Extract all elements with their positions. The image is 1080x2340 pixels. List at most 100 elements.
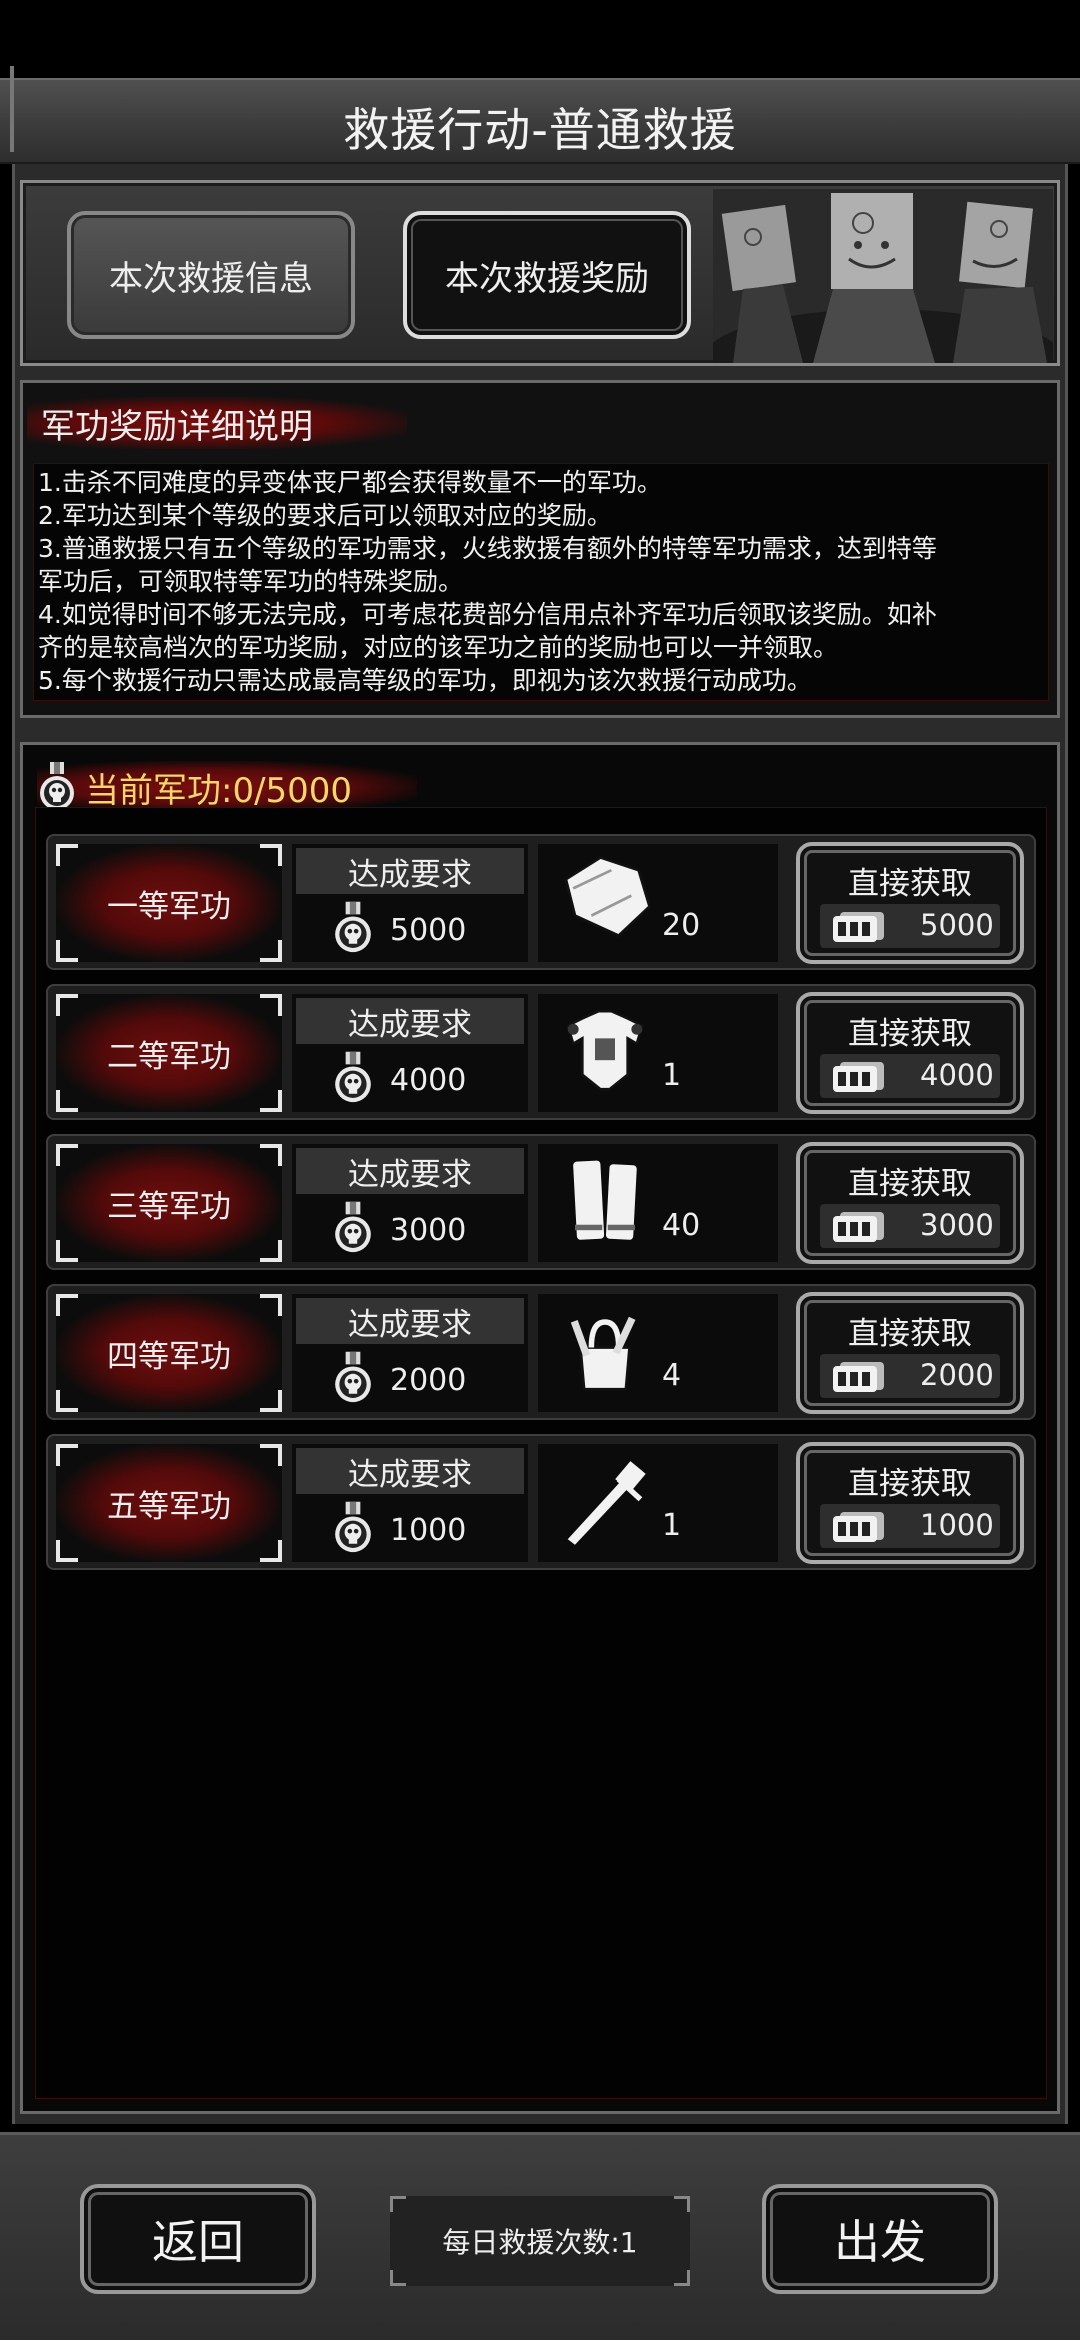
merit-tier-row: 二等军功 达成要求 4000 1 直接获取 4000: [46, 984, 1036, 1120]
tab-rescue-reward[interactable]: 本次救援奖励: [403, 211, 691, 339]
corner-decoration: [56, 1090, 78, 1112]
credit-price-value: 2000: [920, 1358, 994, 1392]
armor-vest-icon: [566, 1009, 644, 1091]
description-line: 军功后，可领取特等军功的特殊奖励。: [38, 567, 464, 596]
corner-decoration: [674, 2196, 690, 2212]
credit-price-value: 4000: [920, 1058, 994, 1092]
requirement-box: 达成要求 2000: [292, 1294, 528, 1412]
corner-decoration: [260, 1090, 282, 1112]
description-heading: 军功奖励详细说明: [27, 397, 407, 449]
corner-decoration: [260, 1240, 282, 1262]
requirement-box: 达成要求 5000: [292, 844, 528, 962]
tier-name-text: 四等军功: [107, 1338, 231, 1375]
requirement-box: 达成要求 1000: [292, 1444, 528, 1562]
tier-name-text: 二等军功: [107, 1038, 231, 1075]
merit-medal-icon: [332, 1050, 374, 1106]
merit-tier-row: 五等军功 达成要求 1000 1 直接获取 1000: [46, 1434, 1036, 1570]
corner-decoration: [56, 1540, 78, 1562]
requirement-label: 达成要求: [296, 998, 524, 1044]
depart-button[interactable]: 出发: [762, 2184, 998, 2294]
credit-price: 4000: [820, 1054, 1000, 1098]
tab-rescue-info[interactable]: 本次救援信息: [67, 211, 355, 339]
direct-obtain-button[interactable]: 直接获取 1000: [796, 1442, 1024, 1564]
credit-card-icon: [830, 1360, 888, 1394]
tier-name: 一等军功: [56, 844, 282, 962]
description-line: 3.普通救援只有五个等级的军功需求，火线救援有额外的特等军功需求，达到特等: [38, 534, 937, 563]
credit-price-value: 1000: [920, 1508, 994, 1542]
merit-medal-icon: [332, 900, 374, 956]
tier-name-text: 一等军功: [107, 888, 231, 925]
direct-obtain-button[interactable]: 直接获取 2000: [796, 1292, 1024, 1414]
reward-item-count: 1: [662, 1058, 682, 1093]
reward-item-box[interactable]: 4: [538, 1294, 778, 1412]
merit-medal-icon: [332, 1350, 374, 1406]
credit-card-icon: [830, 1060, 888, 1094]
requirement-label: 达成要求: [296, 1448, 524, 1494]
requirement-label: 达成要求: [296, 1148, 524, 1194]
requirement-label: 达成要求: [296, 848, 524, 894]
page-title: 救援行动-普通救援: [343, 103, 737, 157]
daily-rescue-count: 每日救援次数:1: [390, 2196, 690, 2286]
direct-obtain-label: 直接获取: [848, 1166, 972, 1202]
reward-item-box[interactable]: 1: [538, 994, 778, 1112]
tier-name-text: 五等军功: [107, 1488, 231, 1525]
corner-decoration: [56, 1294, 78, 1316]
corner-decoration: [260, 994, 282, 1016]
cloth-icon: [564, 855, 652, 938]
credit-price: 3000: [820, 1204, 1000, 1248]
direct-obtain-button[interactable]: 直接获取 5000: [796, 842, 1024, 964]
tier-name: 五等军功: [56, 1444, 282, 1562]
requirement-label: 达成要求: [296, 1298, 524, 1344]
requirement-number: 4000: [390, 1062, 467, 1098]
merit-tier-row: 四等军功 达成要求 2000 4 直接获取 2000: [46, 1284, 1036, 1420]
bandage-icon: [573, 1160, 637, 1240]
corner-decoration: [260, 1144, 282, 1166]
tier-name: 二等军功: [56, 994, 282, 1112]
description-line: 4.如觉得时间不够无法完成，可考虑花费部分信用点补齐军功后领取该奖励。如补: [38, 600, 937, 629]
credit-card-icon: [830, 1510, 888, 1544]
direct-obtain-label: 直接获取: [848, 866, 972, 902]
current-merit-text: 当前军功:0/5000: [85, 770, 353, 811]
requirement-value: 1000: [338, 1506, 528, 1554]
direct-obtain-button[interactable]: 直接获取 3000: [796, 1142, 1024, 1264]
requirement-number: 5000: [390, 912, 467, 948]
corner-decoration: [390, 2270, 406, 2286]
current-merit-header: 当前军功:0/5000: [37, 761, 417, 813]
corner-decoration: [56, 1390, 78, 1412]
sword-icon: [567, 1461, 646, 1545]
requirement-number: 3000: [390, 1212, 467, 1248]
corner-decoration: [56, 1144, 78, 1166]
merit-medal-icon: [332, 1500, 374, 1556]
description-line: 2.军功达到某个等级的要求后可以领取对应的奖励。: [38, 501, 612, 530]
corner-decoration: [390, 2196, 406, 2212]
direct-obtain-button[interactable]: 直接获取 4000: [796, 992, 1024, 1114]
reward-item-count: 4: [662, 1358, 682, 1393]
corner-decoration: [260, 1540, 282, 1562]
direct-obtain-label: 直接获取: [848, 1466, 972, 1502]
requirement-number: 1000: [390, 1512, 467, 1548]
toolbox-icon: [570, 1316, 636, 1391]
credit-price: 1000: [820, 1504, 1000, 1548]
requirement-number: 2000: [390, 1362, 467, 1398]
credit-price-value: 3000: [920, 1208, 994, 1242]
credit-price-value: 5000: [920, 908, 994, 942]
corner-decoration: [260, 940, 282, 962]
credit-card-icon: [830, 1210, 888, 1244]
reward-item-count: 1: [662, 1508, 682, 1543]
back-button[interactable]: 返回: [80, 2184, 316, 2294]
description-line: 1.击杀不同难度的异变体丧尸都会获得数量不一的军功。: [38, 468, 662, 497]
reward-item-box[interactable]: 40: [538, 1144, 778, 1262]
direct-obtain-label: 直接获取: [848, 1316, 972, 1352]
reward-item-box[interactable]: 1: [538, 1444, 778, 1562]
merit-tier-row: 三等军功 达成要求 3000 40 直接获取 3000: [46, 1134, 1036, 1270]
requirement-value: 5000: [338, 906, 528, 954]
corner-decoration: [56, 1444, 78, 1466]
daily-rescue-count-text: 每日救援次数:1: [442, 2226, 638, 2259]
reward-item-box[interactable]: 20: [538, 844, 778, 962]
direct-obtain-label: 直接获取: [848, 1016, 972, 1052]
corner-decoration: [56, 940, 78, 962]
zombie-banner-image: [713, 189, 1053, 363]
tier-name: 四等军功: [56, 1294, 282, 1412]
merit-tier-row: 一等军功 达成要求 5000 20 直接获取 5000: [46, 834, 1036, 970]
requirement-box: 达成要求 4000: [292, 994, 528, 1112]
